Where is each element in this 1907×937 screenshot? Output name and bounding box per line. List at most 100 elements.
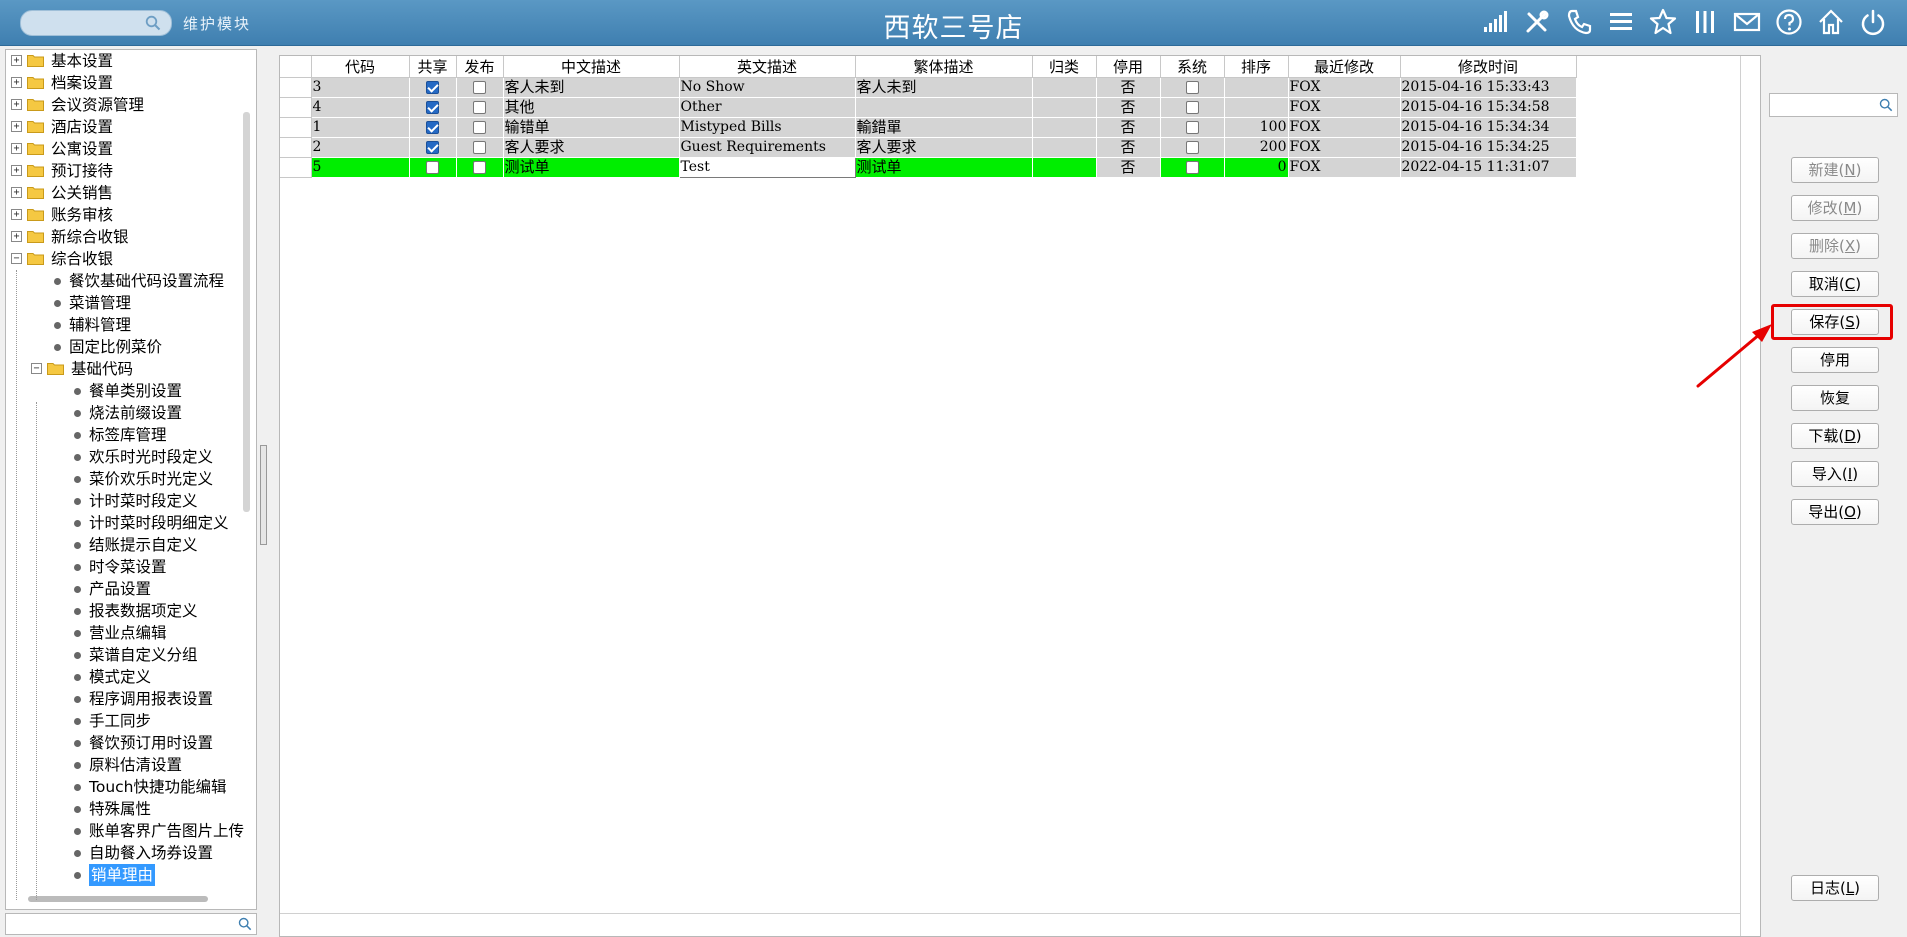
cell-category[interactable]	[1032, 117, 1097, 138]
restore-button[interactable]: 恢复	[1791, 385, 1879, 411]
column-header[interactable]: 代码	[311, 56, 410, 78]
cell-english-desc[interactable]: Other	[679, 97, 856, 118]
star-icon[interactable]	[1647, 6, 1679, 38]
checkbox-unchecked[interactable]	[473, 81, 486, 94]
right-search-input[interactable]	[1769, 93, 1898, 117]
table-row[interactable]: 2 客人要求 Guest Requirements 客人要求 否 200 FOX 2015-0…	[280, 137, 1577, 158]
cell-chinese-desc[interactable]: 客人要求	[503, 137, 680, 158]
cancel-button[interactable]: 取消(C)	[1791, 271, 1879, 297]
cell-traditional-desc[interactable]: 测试单	[855, 157, 1033, 178]
row-header[interactable]	[280, 97, 312, 118]
expand-icon[interactable]: +	[11, 231, 22, 242]
log-button[interactable]: 日志(L)	[1791, 875, 1879, 901]
column-header[interactable]: 最近修改	[1288, 56, 1401, 78]
cell-disabled[interactable]: 否	[1096, 137, 1161, 158]
cell-english-desc[interactable]: No Show	[679, 77, 856, 98]
cell-modified-time[interactable]: 2015-04-16 15:33:43	[1400, 77, 1577, 98]
cell-code[interactable]: 2	[311, 137, 410, 158]
row-header[interactable]	[280, 117, 312, 138]
cell-traditional-desc[interactable]: 客人未到	[855, 77, 1033, 98]
row-header[interactable]	[280, 137, 312, 158]
cell-publish[interactable]	[456, 97, 504, 118]
cell-publish[interactable]	[456, 117, 504, 138]
help-icon[interactable]	[1773, 6, 1805, 38]
checkbox-unchecked[interactable]	[473, 121, 486, 134]
table-row[interactable]: 1 输错单 Mistyped Bills 輸錯單 否 100 FOX 2015-04-16 1…	[280, 117, 1577, 138]
cell-english-desc[interactable]: Mistyped Bills	[679, 117, 856, 138]
cell-sort[interactable]: 200	[1224, 137, 1289, 158]
expand-icon[interactable]: +	[11, 55, 22, 66]
cell-english-desc[interactable]: Test	[678, 157, 856, 178]
phone-icon[interactable]	[1563, 6, 1595, 38]
checkbox-unchecked[interactable]	[1185, 81, 1199, 94]
column-header[interactable]: 排序	[1224, 56, 1289, 78]
cell-system[interactable]	[1160, 117, 1225, 138]
cell-disabled[interactable]: 否	[1096, 157, 1161, 178]
top-search-input[interactable]	[20, 10, 172, 36]
cell-publish[interactable]	[456, 157, 504, 178]
checkbox-checked[interactable]	[426, 121, 439, 134]
cell-traditional-desc[interactable]	[855, 97, 1033, 118]
cell-system[interactable]	[1160, 97, 1225, 118]
tree-search-input[interactable]	[5, 913, 257, 935]
cell-disabled[interactable]: 否	[1096, 97, 1161, 118]
cell-system[interactable]	[1160, 77, 1225, 98]
cell-code[interactable]: 3	[311, 77, 410, 98]
cell-sort[interactable]	[1224, 77, 1289, 98]
import-button[interactable]: 导入(I)	[1791, 461, 1879, 487]
tree-horizontal-scrollbar[interactable]	[28, 896, 208, 902]
cell-shared[interactable]	[409, 137, 457, 158]
mail-icon[interactable]	[1731, 6, 1763, 38]
cell-category[interactable]	[1032, 97, 1097, 118]
checkbox-checked[interactable]	[426, 141, 439, 154]
table-row[interactable]: 5 测试单 Test 测试单 否 0 FOX 2022-04-15 11:31:07	[280, 157, 1577, 178]
power-icon[interactable]	[1857, 6, 1889, 38]
cell-code[interactable]: 5	[311, 157, 410, 178]
download-button[interactable]: 下载(D)	[1791, 423, 1879, 449]
column-header[interactable]: 发布	[456, 56, 504, 78]
column-header[interactable]: 系统	[1160, 56, 1225, 78]
collapse-icon[interactable]: −	[31, 363, 42, 374]
cell-chinese-desc[interactable]: 测试单	[503, 157, 680, 178]
table-row[interactable]: 3 客人未到 No Show 客人未到 否 FOX 2015-04-16 15:33:43	[280, 77, 1577, 98]
cell-code[interactable]: 4	[311, 97, 410, 118]
cell-system[interactable]	[1160, 157, 1225, 178]
expand-icon[interactable]: +	[11, 165, 22, 176]
search-icon[interactable]	[1879, 98, 1893, 112]
row-header[interactable]	[280, 157, 312, 178]
cell-code[interactable]: 1	[311, 117, 410, 138]
cell-modified-time[interactable]: 2015-04-16 15:34:25	[1400, 137, 1577, 158]
cell-publish[interactable]	[456, 77, 504, 98]
expand-icon[interactable]: +	[11, 187, 22, 198]
column-header[interactable]: 繁体描述	[855, 56, 1033, 78]
checkbox-unchecked[interactable]	[1185, 141, 1199, 154]
cell-last-modified-by[interactable]: FOX	[1288, 157, 1401, 178]
signal-icon[interactable]	[1479, 6, 1511, 38]
cell-sort[interactable]: 0	[1224, 157, 1289, 178]
cell-chinese-desc[interactable]: 输错单	[503, 117, 680, 138]
export-button[interactable]: 导出(O)	[1791, 499, 1879, 525]
search-icon[interactable]	[145, 15, 161, 31]
disable-button[interactable]: 停用	[1791, 347, 1879, 373]
cell-last-modified-by[interactable]: FOX	[1288, 117, 1401, 138]
collapse-icon[interactable]: −	[11, 253, 22, 264]
delete-button[interactable]: 删除(X)	[1791, 233, 1879, 259]
cell-last-modified-by[interactable]: FOX	[1288, 137, 1401, 158]
cell-traditional-desc[interactable]: 輸錯單	[855, 117, 1033, 138]
column-header[interactable]: 停用	[1096, 56, 1161, 78]
cell-chinese-desc[interactable]: 其他	[503, 97, 680, 118]
cell-last-modified-by[interactable]: FOX	[1288, 77, 1401, 98]
expand-icon[interactable]: +	[11, 209, 22, 220]
cell-shared[interactable]	[409, 117, 457, 138]
expand-icon[interactable]: +	[11, 143, 22, 154]
columns-icon[interactable]	[1689, 6, 1721, 38]
checkbox-unchecked[interactable]	[1185, 121, 1199, 134]
navigation-tree[interactable]: + 基本设置 + 档案设置 + 会议资源管理 + 酒店设置 + 公寓设置 + 预订接待 + 公关销售 + 账务…	[5, 49, 257, 910]
cell-system[interactable]	[1160, 137, 1225, 158]
cell-disabled[interactable]: 否	[1096, 117, 1161, 138]
cell-english-desc[interactable]: Guest Requirements	[679, 137, 856, 158]
table-row[interactable]: 4 其他 Other 否 FOX 2015-04-16 15:34:58	[280, 97, 1577, 118]
checkbox-unchecked[interactable]	[473, 101, 486, 114]
tools-icon[interactable]	[1521, 6, 1553, 38]
checkbox-unchecked[interactable]	[1185, 161, 1199, 174]
